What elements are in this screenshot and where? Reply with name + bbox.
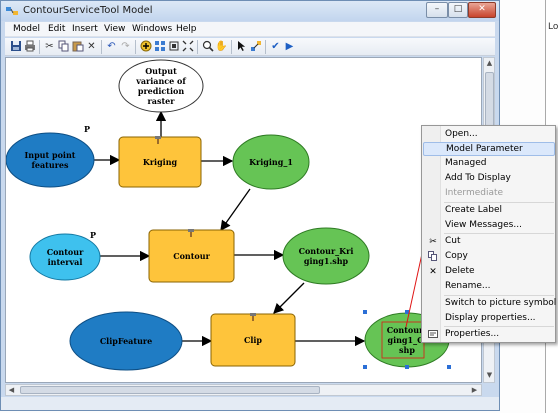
menu-item-copy[interactable]: Copy — [423, 250, 555, 264]
menu-item-rename[interactable]: Rename... — [423, 280, 555, 294]
menu-item-cut[interactable]: ✂ Cut — [423, 235, 555, 249]
model-builder-icon — [6, 7, 18, 15]
node-label-kriging-out: Kriging_1 — [249, 157, 293, 167]
menu-insert[interactable]: Insert — [72, 24, 98, 34]
menu-item-switch-picture[interactable]: Switch to picture symbol — [423, 297, 557, 311]
menu-item-properties[interactable]: Properties... — [423, 328, 555, 342]
menu-item-label: Model Parameter — [446, 144, 523, 154]
scroll-up-icon[interactable]: ▲ — [485, 59, 494, 68]
scroll-left-icon[interactable]: ◀ — [7, 386, 16, 395]
zoom-icon[interactable] — [201, 40, 214, 53]
context-menu: Open... Model Parameter Managed Add To D… — [421, 125, 556, 343]
menu-item-label: Copy — [445, 251, 468, 261]
window-title: ContourServiceTool Model — [23, 5, 153, 16]
menu-item-label: Switch to picture symbol — [445, 298, 557, 308]
menu-item-label: Intermediate — [445, 188, 504, 198]
parameter-marker-input: P — [84, 124, 90, 134]
print-icon[interactable] — [23, 40, 36, 53]
menu-item-label: Add To Display — [445, 173, 511, 183]
full-extent-icon[interactable] — [167, 40, 180, 53]
menu-model[interactable]: Model — [13, 24, 40, 34]
node-label-contour: Contour — [173, 251, 210, 261]
menu-windows[interactable]: Windows — [132, 24, 172, 34]
clip-tool-node[interactable]: Clip — [210, 313, 296, 367]
delete-icon[interactable]: ✕ — [85, 40, 98, 53]
node-label-clip-feature: ClipFeature — [100, 336, 152, 346]
background-window-text: Lo — [548, 22, 558, 32]
input-point-features-node[interactable]: Input point features — [6, 132, 95, 188]
kriging-output-node[interactable]: Kriging_1 — [232, 134, 310, 190]
menu-item-label: Delete — [445, 266, 475, 276]
connector-kriging-output-to-contour — [220, 188, 251, 232]
status-bar — [1, 397, 499, 410]
menu-item-label: View Messages... — [445, 220, 522, 230]
kriging-tool-node[interactable]: Kriging — [118, 136, 202, 188]
minimize-button[interactable]: – — [426, 2, 448, 18]
toolbar: ✂ ✕ ↶ ↷ ✋ ✔ ▶ — [5, 38, 495, 56]
model-canvas[interactable]: Output variance of prediction raster Input … — [5, 57, 482, 383]
properties-icon — [427, 329, 439, 341]
menu-item-label: Cut — [445, 236, 461, 246]
menu-item-delete[interactable]: ✕ Delete — [423, 265, 555, 279]
menu-item-open[interactable]: Open... — [423, 128, 555, 142]
menu-view[interactable]: View — [104, 24, 125, 34]
zoom-in-fixed-icon[interactable] — [181, 40, 194, 53]
scroll-down-icon[interactable]: ▼ — [485, 371, 494, 380]
clip-feature-node[interactable]: ClipFeature — [69, 311, 183, 371]
menu-item-create-label[interactable]: Create Label — [423, 204, 555, 218]
menu-item-intermediate: Intermediate — [423, 187, 555, 201]
paste-icon[interactable] — [71, 40, 84, 53]
menu-item-display-properties[interactable]: Display properties... — [423, 312, 555, 326]
node-label-contour-interval: Contour interval — [47, 247, 84, 267]
model-diagram: Output variance of prediction raster Input … — [6, 59, 451, 371]
node-label-clip: Clip — [244, 335, 262, 345]
close-button[interactable]: ✕ — [468, 2, 496, 18]
redo-icon[interactable]: ↷ — [119, 40, 132, 53]
scroll-right-icon[interactable]: ▶ — [470, 386, 479, 395]
maximize-button[interactable]: □ — [448, 2, 468, 18]
connect-icon[interactable] — [249, 40, 262, 53]
menu-edit[interactable]: Edit — [48, 24, 65, 34]
copy-icon — [427, 251, 439, 263]
node-label-contour-out: Contour_Kri ging1.shp — [299, 246, 354, 266]
contour-interval-node[interactable]: Contour interval — [29, 233, 101, 281]
menu-item-add-to-display[interactable]: Add To Display — [423, 172, 555, 186]
undo-icon[interactable]: ↶ — [105, 40, 118, 53]
menu-item-label: Create Label — [445, 205, 503, 215]
menu-item-model-parameter[interactable]: Model Parameter — [423, 142, 555, 156]
menu-item-label: Open... — [445, 129, 478, 139]
save-icon[interactable] — [9, 40, 22, 53]
connector-contour-output-to-clip — [273, 282, 305, 314]
menu-item-view-messages[interactable]: View Messages... — [423, 219, 555, 233]
variance-output-node[interactable]: Output variance of prediction raster — [118, 59, 204, 113]
contour-output-node[interactable]: Contour_Kri ging1.shp — [282, 227, 370, 285]
menu-help[interactable]: Help — [176, 24, 197, 34]
node-label-input-point: Input point features — [25, 150, 76, 170]
pan-icon[interactable]: ✋ — [215, 40, 228, 53]
copy-icon[interactable] — [57, 40, 70, 53]
select-icon[interactable] — [235, 40, 248, 53]
cut-icon[interactable]: ✂ — [43, 40, 56, 53]
menu-item-label: Display properties... — [445, 313, 536, 323]
auto-layout-icon[interactable] — [153, 40, 166, 53]
menu-item-label: Properties... — [445, 329, 500, 339]
node-label-kriging: Kriging — [143, 157, 178, 167]
cut-icon: ✂ — [429, 237, 437, 247]
validate-icon[interactable]: ✔ — [269, 40, 282, 53]
delete-icon: ✕ — [429, 267, 437, 277]
add-data-icon[interactable] — [139, 40, 152, 53]
menu-item-label: Rename... — [445, 281, 491, 291]
menu-bar: Model Edit Insert View Windows Help — [5, 22, 495, 37]
contour-tool-node[interactable]: Contour — [148, 229, 235, 283]
menu-item-managed[interactable]: Managed — [423, 157, 555, 171]
horizontal-scrollbar[interactable]: ◀ ▶ — [5, 384, 482, 396]
parameter-marker-interval: P — [90, 230, 96, 240]
menu-item-label: Managed — [445, 158, 487, 168]
horizontal-scroll-thumb[interactable] — [20, 386, 320, 394]
title-bar[interactable]: ContourServiceTool Model – □ ✕ — [1, 1, 499, 21]
run-icon[interactable]: ▶ — [283, 40, 296, 53]
